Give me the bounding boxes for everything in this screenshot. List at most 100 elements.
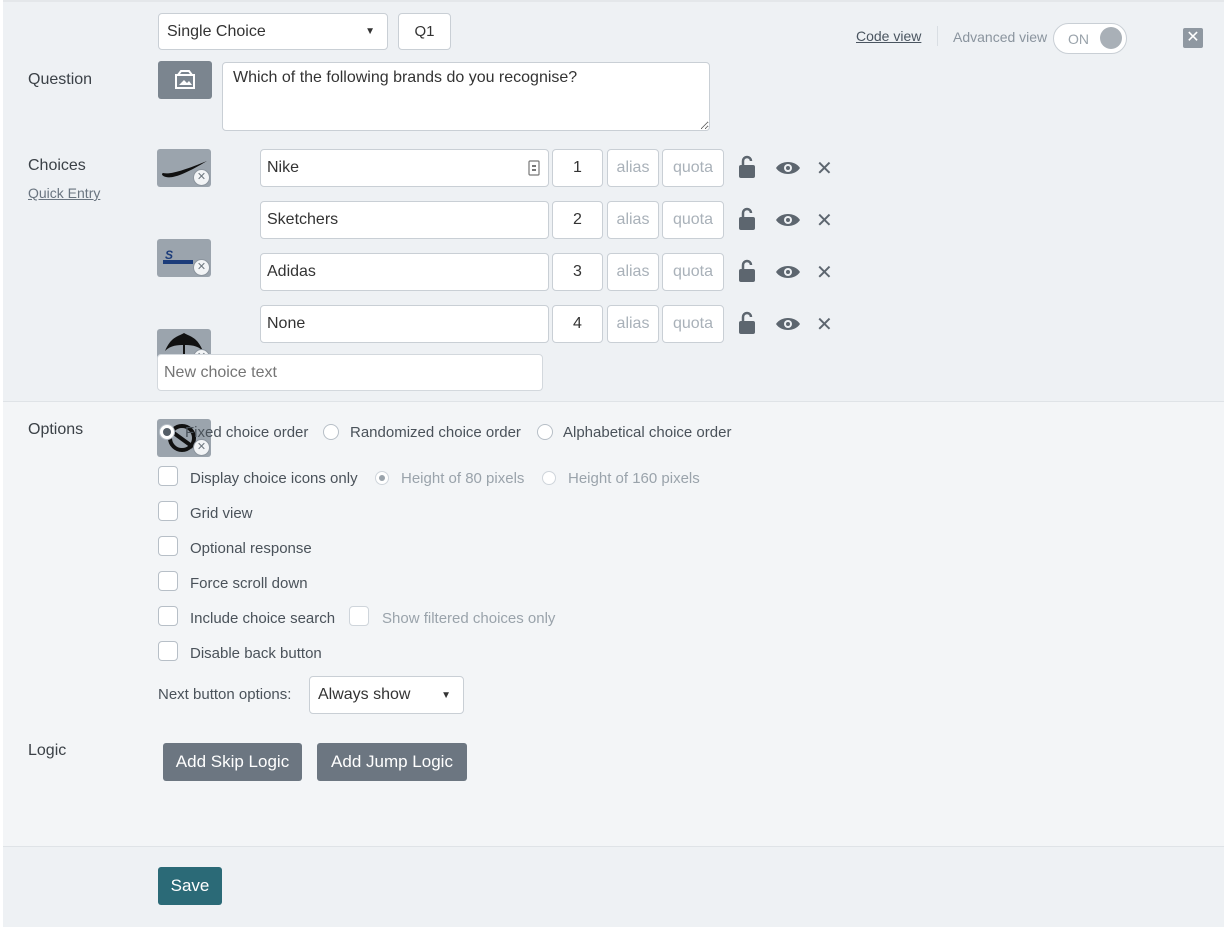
field-menu-icon[interactable]	[528, 160, 540, 176]
next-button-select[interactable]: Always show ▼	[309, 676, 464, 714]
force-scroll-label[interactable]: Force scroll down	[190, 575, 308, 592]
alias-placeholder: alias	[616, 263, 650, 280]
delete-choice-icon[interactable]: ✕	[816, 260, 833, 285]
chevron-down-icon: ▼	[441, 689, 451, 701]
eye-icon[interactable]	[775, 316, 801, 332]
code-view-link[interactable]: Code view	[856, 28, 921, 44]
quota-input[interactable]: quota	[662, 253, 724, 291]
unlock-icon[interactable]	[738, 155, 756, 179]
choice-text: Sketchers	[267, 211, 339, 228]
logic-label: Logic	[28, 742, 67, 759]
chevron-down-icon: ▼	[365, 26, 375, 37]
randomized-order-radio[interactable]	[323, 424, 339, 440]
next-button-options-label: Next button options:	[158, 686, 292, 703]
choice-text: Nike	[267, 159, 300, 176]
question-label: Question	[28, 71, 93, 88]
alphabetical-order-label[interactable]: Alphabetical choice order	[563, 424, 731, 441]
choice-text: None	[267, 315, 306, 332]
include-search-label[interactable]: Include choice search	[190, 610, 335, 627]
choice-number[interactable]: 4	[552, 305, 603, 343]
alias-placeholder: alias	[616, 159, 650, 176]
question-text-input[interactable]: Which of the following brands do you rec…	[222, 62, 710, 131]
divider	[937, 26, 938, 46]
eye-icon[interactable]	[775, 160, 801, 176]
image-icon	[175, 70, 195, 89]
delete-choice-icon[interactable]: ✕	[816, 208, 833, 233]
new-choice-input[interactable]	[157, 354, 543, 391]
show-filtered-checkbox[interactable]	[349, 606, 369, 626]
randomized-order-label[interactable]: Randomized choice order	[350, 424, 521, 441]
quota-input[interactable]: quota	[662, 305, 724, 343]
unlock-icon[interactable]	[738, 207, 756, 231]
quota-placeholder: quota	[672, 315, 714, 332]
question-editor: Single Choice ▼ Q1 Code view Advanced vi…	[3, 0, 1224, 927]
question-type-select[interactable]: Single Choice ▼	[158, 13, 388, 50]
add-jump-logic-button[interactable]: Add Jump Logic	[317, 743, 467, 781]
optional-response-label[interactable]: Optional response	[190, 540, 312, 557]
options-label: Options	[28, 421, 84, 438]
disable-back-checkbox[interactable]	[158, 641, 178, 661]
include-search-checkbox[interactable]	[158, 606, 178, 626]
remove-image-icon[interactable]: ✕	[193, 259, 210, 276]
radio-dot	[163, 428, 171, 436]
choice-image-nike[interactable]: ✕	[157, 149, 211, 187]
quota-placeholder: quota	[672, 159, 714, 176]
force-scroll-checkbox[interactable]	[158, 571, 178, 591]
optional-response-checkbox[interactable]	[158, 536, 178, 556]
alias-input[interactable]: alias	[607, 305, 659, 343]
delete-choice-icon[interactable]: ✕	[816, 312, 833, 337]
alias-input[interactable]: alias	[607, 149, 659, 187]
display-icons-only-label[interactable]: Display choice icons only	[190, 470, 358, 487]
choice-text-input[interactable]: None	[260, 305, 549, 343]
next-button-value: Always show	[318, 686, 411, 703]
alphabetical-order-radio[interactable]	[537, 424, 553, 440]
unlock-icon[interactable]	[738, 259, 756, 283]
disable-back-label[interactable]: Disable back button	[190, 645, 322, 662]
unlock-icon[interactable]	[738, 311, 756, 335]
grid-view-label[interactable]: Grid view	[190, 505, 253, 522]
choice-text-input[interactable]: Sketchers	[260, 201, 549, 239]
advanced-view-toggle[interactable]: ON	[1053, 23, 1127, 54]
choice-text-input[interactable]: Adidas	[260, 253, 549, 291]
height-160-radio[interactable]	[542, 471, 556, 485]
svg-text:S: S	[165, 248, 173, 262]
advanced-view-label: Advanced view	[953, 29, 1048, 45]
toggle-state: ON	[1068, 30, 1089, 47]
alias-placeholder: alias	[616, 211, 650, 228]
quick-entry-link[interactable]: Quick Entry	[28, 185, 100, 201]
choice-text: Adidas	[267, 263, 316, 280]
quota-placeholder: quota	[672, 211, 714, 228]
choice-image-skechers[interactable]: S ✕	[157, 239, 211, 277]
alias-input[interactable]: alias	[607, 201, 659, 239]
quota-input[interactable]: quota	[662, 201, 724, 239]
fixed-order-label[interactable]: Fixed choice order	[185, 424, 308, 441]
toggle-knob	[1100, 27, 1122, 49]
choice-text-input[interactable]: Nike	[260, 149, 549, 187]
height-160-label[interactable]: Height of 160 pixels	[568, 470, 700, 487]
grid-view-checkbox[interactable]	[158, 501, 178, 521]
save-button[interactable]: Save	[158, 867, 222, 905]
quota-placeholder: quota	[672, 263, 714, 280]
fixed-order-radio[interactable]	[159, 424, 175, 440]
quota-input[interactable]: quota	[662, 149, 724, 187]
choice-number[interactable]: 1	[552, 149, 603, 187]
remove-image-icon[interactable]: ✕	[193, 439, 210, 456]
eye-icon[interactable]	[775, 264, 801, 280]
radio-dot	[379, 475, 385, 481]
alias-input[interactable]: alias	[607, 253, 659, 291]
height-80-radio[interactable]	[375, 471, 389, 485]
eye-icon[interactable]	[775, 212, 801, 228]
display-icons-only-checkbox[interactable]	[158, 466, 178, 486]
remove-image-icon[interactable]: ✕	[193, 169, 210, 186]
question-id-field[interactable]: Q1	[398, 13, 451, 50]
question-type-value: Single Choice	[167, 22, 266, 40]
add-image-button[interactable]	[158, 61, 212, 99]
close-icon[interactable]: ✕	[1183, 28, 1203, 48]
choice-number[interactable]: 3	[552, 253, 603, 291]
choice-number[interactable]: 2	[552, 201, 603, 239]
alias-placeholder: alias	[616, 315, 650, 332]
height-80-label[interactable]: Height of 80 pixels	[401, 470, 524, 487]
add-skip-logic-button[interactable]: Add Skip Logic	[163, 743, 302, 781]
show-filtered-label[interactable]: Show filtered choices only	[382, 610, 555, 627]
delete-choice-icon[interactable]: ✕	[816, 156, 833, 181]
